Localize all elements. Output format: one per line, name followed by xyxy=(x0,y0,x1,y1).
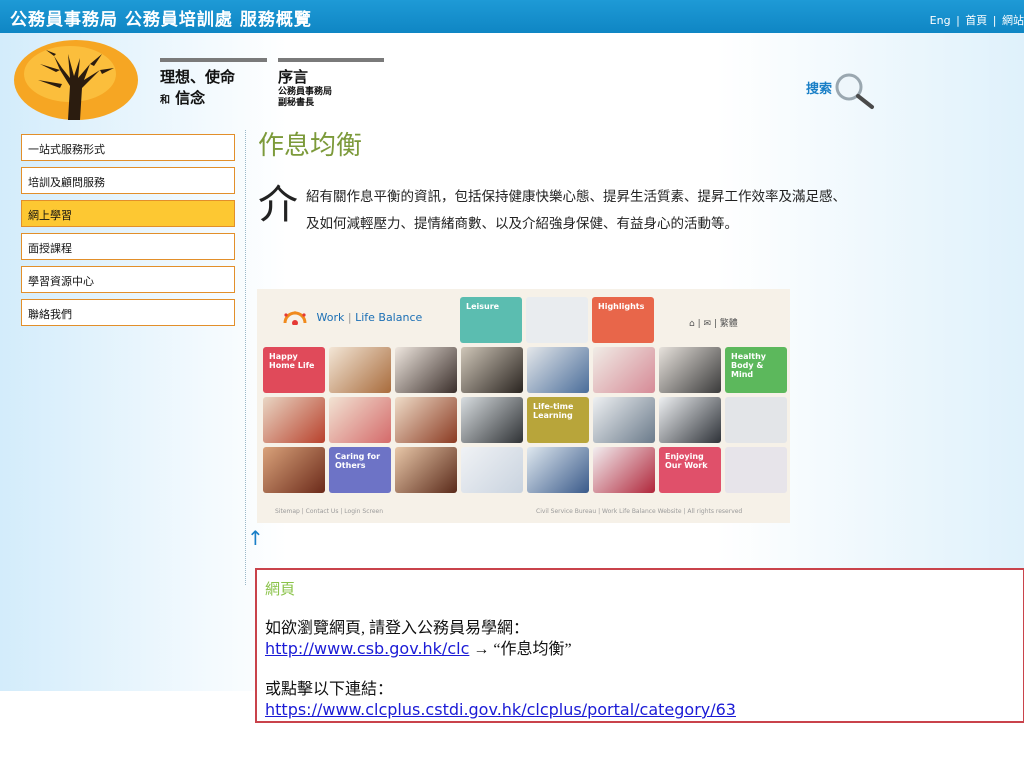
sun-logo-icon xyxy=(283,311,307,325)
info-title: 網頁 xyxy=(265,582,296,598)
intro-paragraph: 介 紹有關作息平衡的資訊，包括保持健康快樂心態、提昇生活質素、提昇工作效率及滿足… xyxy=(258,184,858,238)
site-title: 公務員事務局 公務員培訓處 服務概覽 xyxy=(10,10,312,30)
tile-photo xyxy=(329,397,391,443)
tab-vision-prefix: 和 xyxy=(160,95,170,106)
tile-photo xyxy=(659,397,721,443)
info-line2: 或點擊以下連結： xyxy=(265,681,394,698)
brand-rest: Life Balance xyxy=(355,311,423,324)
page: 公務員事務局 公務員培訓處 服務概覽 Eng | 首頁 | 網站 理想、使命 和… xyxy=(0,0,1024,768)
back-to-top-icon[interactable]: ↑ xyxy=(247,526,264,550)
wlb-brand: Work | Life Balance xyxy=(282,311,422,325)
tile-photo xyxy=(527,447,589,493)
tile-photo xyxy=(395,347,457,393)
tile-photo xyxy=(593,397,655,443)
tile-life-time-learning[interactable]: Life-time Learning xyxy=(527,397,589,443)
sitemap-link[interactable]: 網站 xyxy=(1002,14,1024,27)
tab-bar xyxy=(278,58,384,62)
tile-photo xyxy=(395,447,457,493)
brand-divider: | xyxy=(347,311,352,324)
tab-vision-line1: 理想、使命 xyxy=(160,68,236,86)
tab-preface-sub1: 公務員事務局 xyxy=(278,87,333,97)
tile-happy-home[interactable]: Happy Home Life xyxy=(263,347,325,393)
info-line1: 如欲瀏覽網頁, 請登入公務員易學網： xyxy=(265,620,530,637)
side-menu: 一站式服務形式 培訓及顧問服務 網上學習 面授課程 學習資源中心 聯絡我們 xyxy=(21,134,235,332)
menu-item-classroom[interactable]: 面授課程 xyxy=(21,233,235,260)
screenshot-footer-right: Civil Service Bureau | Work Life Balance… xyxy=(536,508,743,515)
tile-caring-others[interactable]: Caring for Others xyxy=(329,447,391,493)
tile-photo xyxy=(659,347,721,393)
csb-clc-link[interactable]: http://www.csb.gov.hk/clc xyxy=(265,639,469,658)
brand-work: Work xyxy=(316,311,345,324)
tile-photo xyxy=(461,397,523,443)
tab-preface-sub2: 副秘書長 xyxy=(278,98,315,108)
tile-photo xyxy=(461,347,523,393)
menu-item-contact[interactable]: 聯絡我們 xyxy=(21,299,235,326)
tile-enjoying-work[interactable]: Enjoying Our Work xyxy=(659,447,721,493)
website-screenshot[interactable]: Work | Life Balance ⌂ | ✉ | 繁體 Leisure H… xyxy=(257,289,790,523)
tab-preface-title: 序言 xyxy=(278,68,309,86)
tab-vision-line2: 信念 xyxy=(175,89,206,107)
clcplus-link[interactable]: https://www.clcplus.cstdi.gov.hk/clcplus… xyxy=(265,700,736,719)
tile-photo xyxy=(593,347,655,393)
tile-photo xyxy=(263,397,325,443)
tile-blank xyxy=(725,397,787,443)
screenshot-toolbar: ⌂ | ✉ | 繁體 xyxy=(689,319,738,329)
tile-photo xyxy=(329,347,391,393)
nav-tab-preface[interactable]: 序言 公務員事務局 副秘書長 xyxy=(278,58,384,109)
info-link1-row: http://www.csb.gov.hk/clc → “作息均衡” xyxy=(265,639,1023,660)
tile-healthy-body[interactable]: Healthy Body & Mind xyxy=(725,347,787,393)
nav-tab-vision[interactable]: 理想、使命 和 信念 xyxy=(160,58,267,108)
tab-bar xyxy=(160,58,267,62)
info-link2-row: https://www.clcplus.cstdi.gov.hk/clcplus… xyxy=(265,700,1023,721)
magnifier-icon xyxy=(835,73,874,109)
menu-item-e-learning[interactable]: 網上學習 xyxy=(21,200,235,227)
tile-photo xyxy=(395,397,457,443)
search-button[interactable]: 搜索 xyxy=(806,72,876,110)
info-arrow-text: → “作息均衡” xyxy=(469,641,572,658)
tile-highlights[interactable]: Highlights xyxy=(592,297,654,343)
lang-eng-link[interactable]: Eng xyxy=(930,14,951,27)
menu-item-resource-centre[interactable]: 學習資源中心 xyxy=(21,266,235,293)
tree-logo-icon xyxy=(14,40,138,120)
intro-text: 紹有關作息平衡的資訊，包括保持健康快樂心態、提昇生活質素、提昇工作效率及滿足感、… xyxy=(306,189,846,232)
home-link[interactable]: 首頁 xyxy=(965,14,987,27)
tile-leisure[interactable]: Leisure xyxy=(460,297,522,343)
content-divider xyxy=(245,130,246,585)
page-title: 作息均衡 xyxy=(258,131,363,161)
header-separator: | xyxy=(992,14,997,27)
menu-item-training[interactable]: 培訓及顧問服務 xyxy=(21,167,235,194)
drop-cap: 介 xyxy=(258,182,298,228)
info-box: 網頁 如欲瀏覽網頁, 請登入公務員易學網： http://www.csb.gov… xyxy=(255,568,1024,723)
header-links: Eng | 首頁 | 網站 xyxy=(928,12,1024,28)
header-separator: | xyxy=(956,14,960,27)
tile-photo xyxy=(461,447,523,493)
tile-blank xyxy=(526,297,588,343)
search-label: 搜索 xyxy=(806,82,833,97)
menu-item-one-stop[interactable]: 一站式服務形式 xyxy=(21,134,235,161)
screenshot-footer-left: Sitemap | Contact Us | Login Screen xyxy=(275,508,384,515)
tile-photo xyxy=(527,347,589,393)
top-bar: 公務員事務局 公務員培訓處 服務概覽 Eng | 首頁 | 網站 xyxy=(0,0,1024,33)
tile-blank xyxy=(725,447,787,493)
tile-photo xyxy=(263,447,325,493)
tile-photo xyxy=(593,447,655,493)
